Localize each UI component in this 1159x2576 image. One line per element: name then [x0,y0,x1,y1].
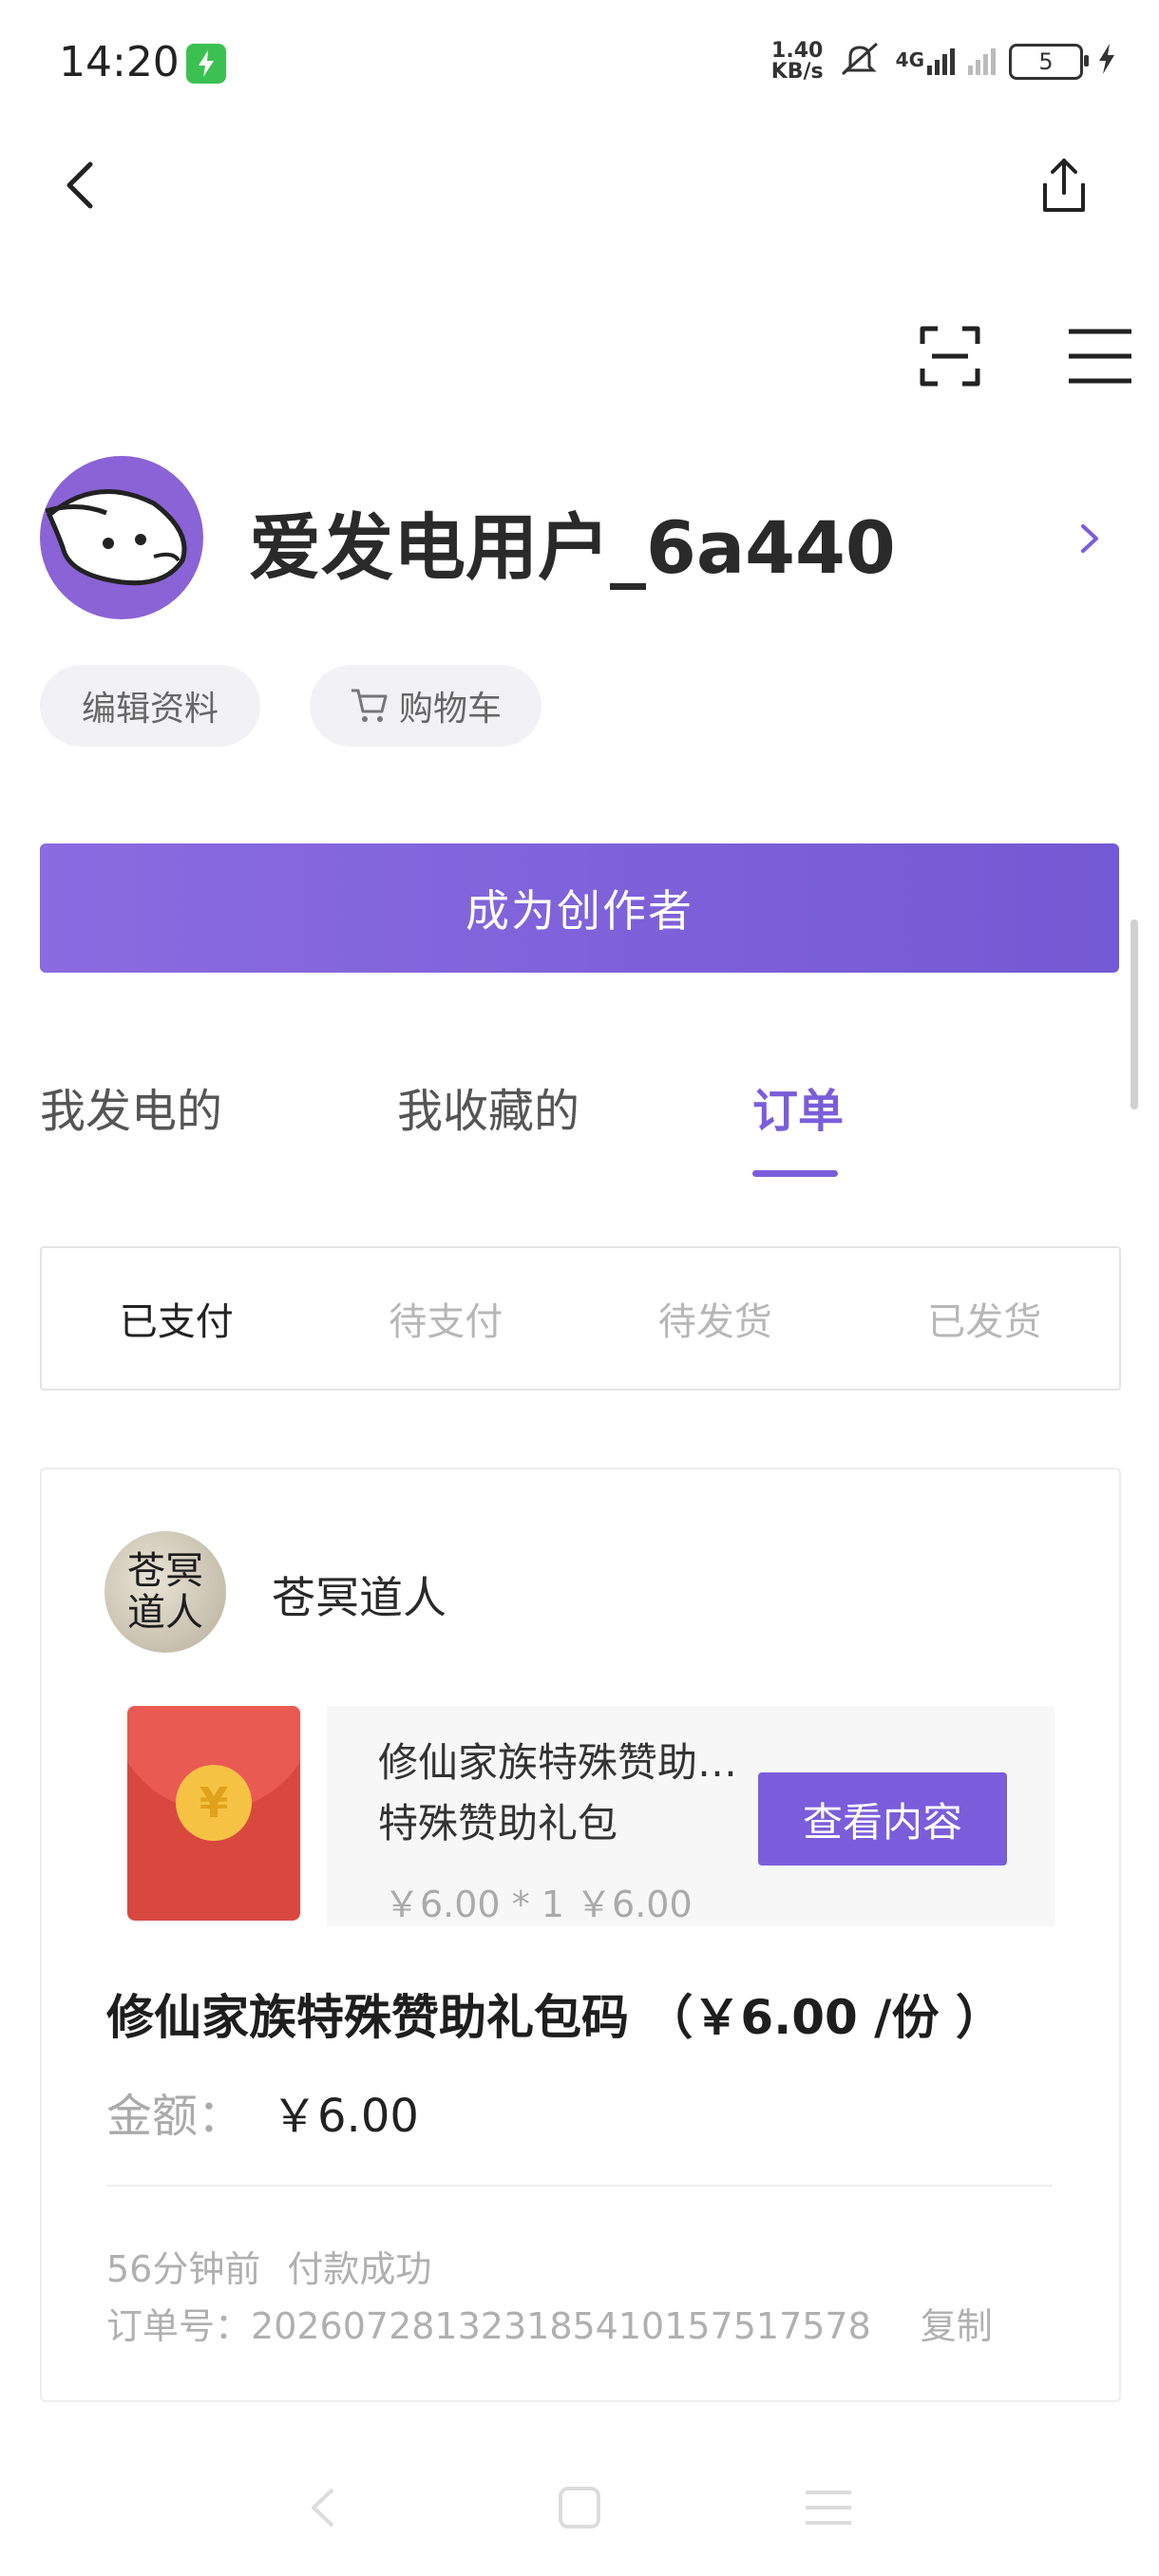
bolt-icon [1096,42,1117,83]
order-time-status: 56分钟前 付款成功 [106,2240,431,2292]
user-avatar[interactable] [40,456,203,619]
copy-button[interactable]: 复制 [921,2297,993,2349]
tab-orders[interactable]: 订单 [752,1073,844,1140]
yen-coin-icon: ¥ [176,1765,252,1841]
share-button[interactable] [1026,147,1102,223]
scrollbar[interactable] [1130,919,1138,1109]
amount-label: 金额： [106,2090,244,2143]
status-indicators: 1.40 KB/s 4G 5 [771,38,1117,85]
tab-powered[interactable]: 我发电的 [40,1073,222,1140]
chevron-right-icon [1081,524,1098,553]
payment-status: 付款成功 [287,2248,432,2290]
nav-recents-button[interactable] [790,2470,866,2546]
filter-pending-shipment[interactable]: 待发货 [580,1291,850,1346]
share-icon [1043,159,1085,212]
tab-favorites[interactable]: 我收藏的 [397,1073,580,1140]
scan-icon [920,326,980,387]
scan-button[interactable] [912,318,988,394]
mute-icon [837,38,883,86]
net-speed: 1.40 KB/s [770,39,824,84]
signal-2-icon [968,48,996,75]
battery-icon: 5 [1009,44,1089,80]
edit-profile-button[interactable]: 编辑资料 [40,665,260,747]
nav-back-button[interactable] [285,2470,361,2546]
cart-button[interactable]: 购物车 [310,665,542,747]
profile-arrow-button[interactable] [1072,515,1110,562]
cart-icon [351,689,388,722]
shop-avatar[interactable]: 苍冥道人 [104,1531,226,1653]
shop-avatar-logo: 苍冥道人 [127,1549,203,1635]
order-number-row: 订单号：202607281323185410157517578 复制 [106,2297,993,2349]
nav-back-icon [312,2488,334,2528]
filter-pending-payment[interactable]: 待支付 [312,1291,581,1346]
view-content-button[interactable]: 查看内容 [758,1772,1007,1866]
nav-home-button[interactable] [542,2470,618,2546]
order-number: 订单号：202607281323185410157517578 [106,2305,871,2347]
divider [106,2185,1053,2187]
charging-icon [186,44,226,84]
tab-active-indicator [752,1170,838,1177]
back-icon [66,161,93,209]
red-packet-image: ¥ [127,1706,300,1921]
order-item-name: 修仙家族特殊赞助礼包码 （￥6.00 /份 ） [106,1990,1003,2045]
amount-value: ￥6.00 [272,2090,419,2143]
menu-icon [1069,329,1131,384]
status-time: 14:20 [59,38,180,86]
back-button[interactable] [48,152,114,218]
nav-home-icon [559,2487,600,2529]
shop-name[interactable]: 苍冥道人 [272,1563,446,1626]
order-filter: 已支付 待支付 待发货 已发货 [40,1246,1121,1391]
product-title: 修仙家族特殊赞助礼包码 [378,1739,739,1786]
product-subtitle: 特殊赞助礼包 [378,1800,618,1847]
amount-row: 金额： ￥6.00 [106,2078,419,2145]
edit-profile-label: 编辑资料 [81,690,218,729]
filter-paid[interactable]: 已支付 [42,1291,312,1346]
filter-shipped[interactable]: 已发货 [850,1291,1120,1346]
menu-button[interactable] [1062,318,1138,394]
become-creator-button[interactable]: 成为创作者 [40,843,1119,973]
signal-icon: 4G [896,48,955,75]
order-time: 56分钟前 [106,2248,261,2290]
nav-recents-icon [806,2491,851,2525]
product-price: ￥6.00 * 1 ￥6.00 [384,1884,693,1925]
cart-label: 购物车 [398,690,502,729]
username[interactable]: 爱发电用户_6a440 [249,489,896,594]
